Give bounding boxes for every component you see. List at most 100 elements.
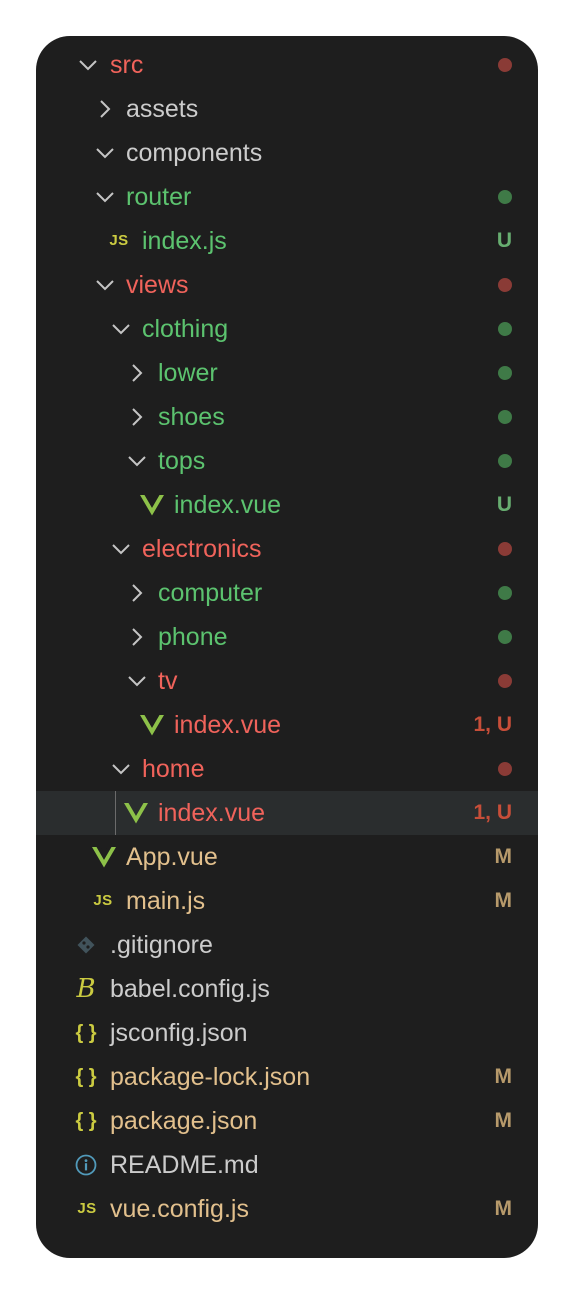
tree-file-home-index-vue[interactable]: index.vue 1, U xyxy=(36,791,538,835)
git-status-dot xyxy=(498,762,512,776)
tree-folder-assets[interactable]: assets xyxy=(36,87,538,131)
tree-file-jsconfig-json[interactable]: { } jsconfig.json xyxy=(36,1011,538,1055)
tree-file-tops-index-vue[interactable]: index.vue U xyxy=(36,483,538,527)
file-tree: src assets components router JS index.js… xyxy=(36,43,538,1231)
git-status-dot xyxy=(498,58,512,72)
chevron-down-icon xyxy=(125,659,149,703)
javascript-file-icon: JS xyxy=(109,232,129,249)
git-status-dot xyxy=(498,410,512,424)
chevron-right-icon xyxy=(125,571,149,615)
tree-item-label: jsconfig.json xyxy=(110,1019,248,1047)
chevron-right-icon xyxy=(93,87,117,131)
tree-item-label: views xyxy=(126,271,189,299)
tree-item-label: assets xyxy=(126,95,199,123)
tree-item-label: src xyxy=(110,51,144,79)
tree-item-label: index.vue xyxy=(174,491,282,519)
tree-item-label: components xyxy=(126,139,263,167)
tree-item-label: .gitignore xyxy=(110,931,213,959)
tree-folder-home[interactable]: home xyxy=(36,747,538,791)
tree-item-label: electronics xyxy=(142,535,262,563)
tree-item-label: README.md xyxy=(110,1151,259,1179)
tree-file-tv-index-vue[interactable]: index.vue 1, U xyxy=(36,703,538,747)
tree-item-label: main.js xyxy=(126,887,206,915)
tree-file-app-vue[interactable]: App.vue M xyxy=(36,835,538,879)
json-file-icon: { } xyxy=(75,1110,97,1132)
tree-folder-shoes[interactable]: shoes xyxy=(36,395,538,439)
chevron-down-icon xyxy=(109,527,133,571)
vue-file-icon xyxy=(140,483,164,527)
tree-item-label: home xyxy=(142,755,205,783)
info-icon xyxy=(74,1143,98,1187)
tree-file-gitignore[interactable]: .gitignore xyxy=(36,923,538,967)
tree-item-label: package.json xyxy=(110,1107,258,1135)
git-status-dot xyxy=(498,190,512,204)
git-status-badge: M xyxy=(494,1197,513,1220)
tree-folder-clothing[interactable]: clothing xyxy=(36,307,538,351)
chevron-right-icon xyxy=(125,351,149,395)
tree-file-vue-config-js[interactable]: JS vue.config.js M xyxy=(36,1187,538,1231)
git-status-dot xyxy=(498,674,512,688)
chevron-down-icon xyxy=(125,439,149,483)
chevron-right-icon xyxy=(125,395,149,439)
git-status-badge: M xyxy=(494,1109,513,1132)
vue-file-icon xyxy=(92,835,116,879)
tree-file-babel-config-js[interactable]: B babel.config.js xyxy=(36,967,538,1011)
git-status-badge: M xyxy=(494,1065,513,1088)
tree-item-label: package-lock.json xyxy=(110,1063,311,1091)
tree-item-label: index.vue xyxy=(174,711,282,739)
tree-file-package-json[interactable]: { } package.json M xyxy=(36,1099,538,1143)
vue-file-icon xyxy=(124,791,148,835)
git-icon xyxy=(74,923,98,967)
tree-item-label: clothing xyxy=(142,315,229,343)
babel-file-icon: B xyxy=(76,974,96,1004)
chevron-down-icon xyxy=(93,263,117,307)
tree-item-label: shoes xyxy=(158,403,225,431)
tree-file-package-lock-json[interactable]: { } package-lock.json M xyxy=(36,1055,538,1099)
tree-folder-router[interactable]: router xyxy=(36,175,538,219)
tree-folder-views[interactable]: views xyxy=(36,263,538,307)
tree-item-label: computer xyxy=(158,579,263,607)
tree-file-readme-md[interactable]: README.md xyxy=(36,1143,538,1187)
chevron-down-icon xyxy=(93,131,117,175)
json-file-icon: { } xyxy=(75,1022,97,1044)
tree-item-label: phone xyxy=(158,623,228,651)
tree-folder-computer[interactable]: computer xyxy=(36,571,538,615)
tree-item-label: App.vue xyxy=(126,843,218,871)
git-status-badge: U xyxy=(496,229,512,252)
tree-item-label: tops xyxy=(158,447,206,475)
chevron-down-icon xyxy=(76,43,100,87)
git-status-badge: M xyxy=(494,845,513,868)
git-status-badge: 1, U xyxy=(473,713,512,736)
tree-item-label: lower xyxy=(158,359,218,387)
tree-file-main-js[interactable]: JS main.js M xyxy=(36,879,538,923)
javascript-file-icon: JS xyxy=(93,892,113,909)
javascript-file-icon: JS xyxy=(77,1200,97,1217)
tree-folder-lower[interactable]: lower xyxy=(36,351,538,395)
git-status-badge: U xyxy=(496,493,512,516)
git-status-dot xyxy=(498,542,512,556)
tree-file-router-index-js[interactable]: JS index.js U xyxy=(36,219,538,263)
file-explorer-panel: src assets components router JS index.js… xyxy=(36,36,538,1258)
git-status-dot xyxy=(498,278,512,292)
git-status-dot xyxy=(498,322,512,336)
tree-folder-electronics[interactable]: electronics xyxy=(36,527,538,571)
chevron-down-icon xyxy=(109,307,133,351)
git-status-badge: 1, U xyxy=(473,801,512,824)
tree-item-label: index.vue xyxy=(158,799,266,827)
chevron-down-icon xyxy=(93,175,117,219)
tree-folder-tv[interactable]: tv xyxy=(36,659,538,703)
tree-folder-tops[interactable]: tops xyxy=(36,439,538,483)
tree-item-label: router xyxy=(126,183,192,211)
git-status-dot xyxy=(498,586,512,600)
vue-file-icon xyxy=(140,703,164,747)
tree-folder-src[interactable]: src xyxy=(36,43,538,87)
git-status-badge: M xyxy=(494,889,513,912)
tree-item-label: vue.config.js xyxy=(110,1195,249,1223)
tree-folder-phone[interactable]: phone xyxy=(36,615,538,659)
git-status-dot xyxy=(498,454,512,468)
tree-folder-components[interactable]: components xyxy=(36,131,538,175)
tree-item-label: index.js xyxy=(142,227,227,255)
json-file-icon: { } xyxy=(75,1066,97,1088)
git-status-dot xyxy=(498,630,512,644)
tree-item-label: tv xyxy=(158,667,178,695)
